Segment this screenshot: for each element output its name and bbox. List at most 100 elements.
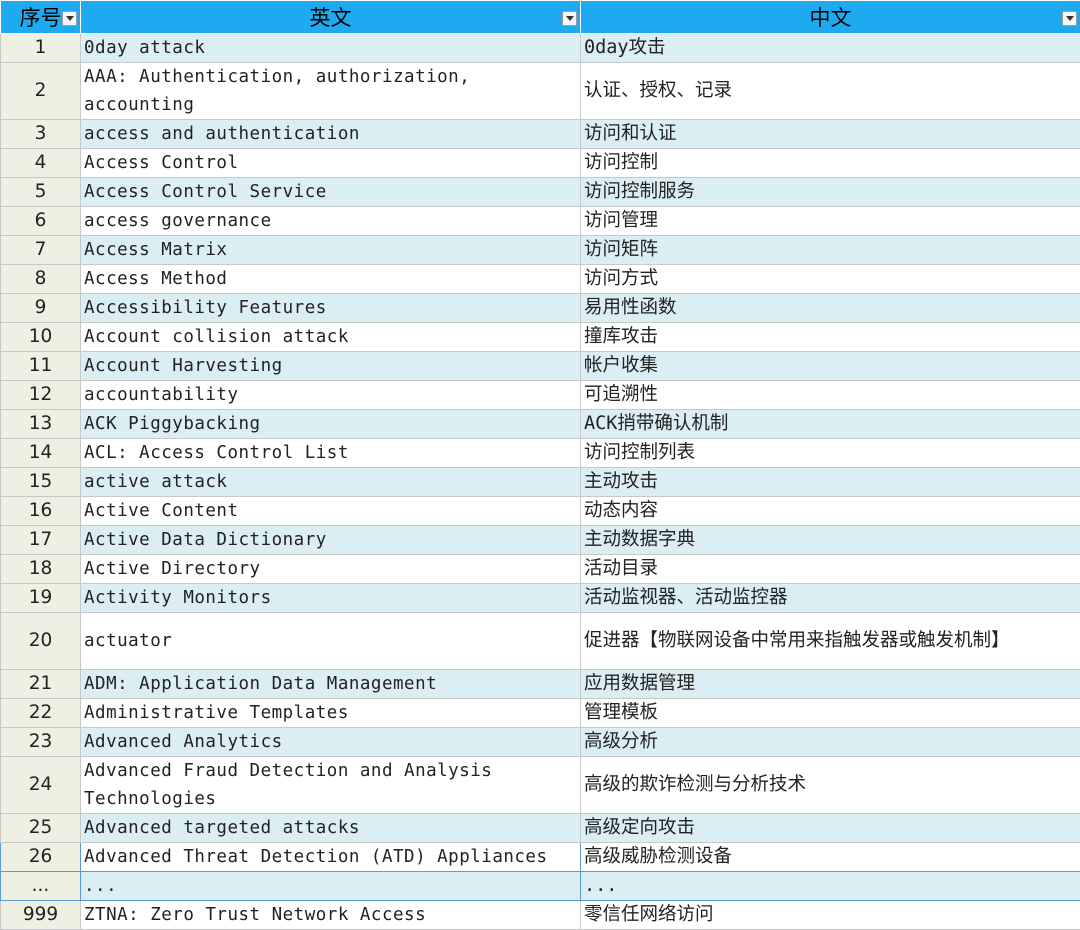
- cell-en[interactable]: Access Matrix: [81, 236, 581, 265]
- cell-en[interactable]: Access Control: [81, 149, 581, 178]
- cell-zh[interactable]: 访问管理: [581, 207, 1080, 236]
- cell-en[interactable]: AAA: Authentication, authorization, acco…: [81, 63, 581, 120]
- cell-num[interactable]: 18: [1, 555, 81, 584]
- cell-num[interactable]: 24: [1, 757, 81, 814]
- cell-num[interactable]: 12: [1, 381, 81, 410]
- cell-num[interactable]: 7: [1, 236, 81, 265]
- header-num[interactable]: 序号: [1, 1, 81, 34]
- cell-zh[interactable]: 访问矩阵: [581, 236, 1080, 265]
- cell-num[interactable]: 26: [1, 843, 81, 872]
- filter-dropdown-icon[interactable]: [62, 11, 77, 26]
- cell-num[interactable]: 17: [1, 526, 81, 555]
- cell-num[interactable]: 14: [1, 439, 81, 468]
- cell-num[interactable]: 15: [1, 468, 81, 497]
- cell-num[interactable]: 25: [1, 814, 81, 843]
- cell-zh[interactable]: 高级的欺诈检测与分析技术: [581, 757, 1080, 814]
- cell-en[interactable]: Advanced Threat Detection (ATD) Applianc…: [81, 843, 581, 872]
- cell-zh[interactable]: 管理模板: [581, 699, 1080, 728]
- cell-num[interactable]: 22: [1, 699, 81, 728]
- cell-zh[interactable]: 0day攻击: [581, 34, 1080, 63]
- cell-zh[interactable]: 访问方式: [581, 265, 1080, 294]
- cell-en[interactable]: ACK Piggybacking: [81, 410, 581, 439]
- cell-en[interactable]: Activity Monitors: [81, 584, 581, 613]
- cell-en[interactable]: access governance: [81, 207, 581, 236]
- cell-num[interactable]: 10: [1, 323, 81, 352]
- cell-en[interactable]: Advanced Fraud Detection and Analysis Te…: [81, 757, 581, 814]
- cell-zh[interactable]: 高级威胁检测设备: [581, 843, 1080, 872]
- cell-en[interactable]: ADM: Application Data Management: [81, 670, 581, 699]
- cell-zh[interactable]: ...: [581, 872, 1080, 901]
- table-row: 999ZTNA: Zero Trust Network Access零信任网络访…: [1, 901, 1080, 930]
- cell-zh[interactable]: 主动攻击: [581, 468, 1080, 497]
- cell-en[interactable]: Administrative Templates: [81, 699, 581, 728]
- cell-num[interactable]: 9: [1, 294, 81, 323]
- cell-en[interactable]: ZTNA: Zero Trust Network Access: [81, 901, 581, 930]
- cell-zh[interactable]: 访问控制服务: [581, 178, 1080, 207]
- table-row: 8Access Method访问方式: [1, 265, 1080, 294]
- cell-zh[interactable]: 活动目录: [581, 555, 1080, 584]
- cell-en[interactable]: Active Directory: [81, 555, 581, 584]
- cell-num[interactable]: 5: [1, 178, 81, 207]
- cell-num[interactable]: 2: [1, 63, 81, 120]
- cell-zh[interactable]: 可追溯性: [581, 381, 1080, 410]
- cell-num[interactable]: 16: [1, 497, 81, 526]
- table-row: 4Access Control访问控制: [1, 149, 1080, 178]
- cell-zh[interactable]: ACK捎带确认机制: [581, 410, 1080, 439]
- cell-en[interactable]: actuator: [81, 613, 581, 670]
- table-row: 10Account collision attack撞库攻击: [1, 323, 1080, 352]
- cell-num[interactable]: 1: [1, 34, 81, 63]
- cell-en[interactable]: accountability: [81, 381, 581, 410]
- cell-en[interactable]: Active Content: [81, 497, 581, 526]
- cell-zh[interactable]: 动态内容: [581, 497, 1080, 526]
- cell-zh[interactable]: 访问和认证: [581, 120, 1080, 149]
- cell-en[interactable]: Account Harvesting: [81, 352, 581, 381]
- cell-en[interactable]: Accessibility Features: [81, 294, 581, 323]
- cell-en[interactable]: Advanced targeted attacks: [81, 814, 581, 843]
- header-en[interactable]: 英文: [81, 1, 581, 34]
- cell-num[interactable]: 11: [1, 352, 81, 381]
- cell-zh[interactable]: 主动数据字典: [581, 526, 1080, 555]
- cell-zh[interactable]: 帐户收集: [581, 352, 1080, 381]
- cell-en[interactable]: Advanced Analytics: [81, 728, 581, 757]
- cell-num[interactable]: 4: [1, 149, 81, 178]
- cell-en[interactable]: access and authentication: [81, 120, 581, 149]
- table-row: 21ADM: Application Data Management应用数据管理: [1, 670, 1080, 699]
- cell-en[interactable]: active attack: [81, 468, 581, 497]
- cell-zh[interactable]: 访问控制: [581, 149, 1080, 178]
- cell-zh[interactable]: 零信任网络访问: [581, 901, 1080, 930]
- filter-dropdown-icon[interactable]: [562, 11, 577, 26]
- cell-num[interactable]: ...: [1, 872, 81, 901]
- cell-num[interactable]: 19: [1, 584, 81, 613]
- cell-num[interactable]: 23: [1, 728, 81, 757]
- cell-en[interactable]: ACL: Access Control List: [81, 439, 581, 468]
- cell-num[interactable]: 999: [1, 901, 81, 930]
- cell-num[interactable]: 6: [1, 207, 81, 236]
- table-row: 25Advanced targeted attacks高级定向攻击: [1, 814, 1080, 843]
- filter-dropdown-icon[interactable]: [1062, 11, 1077, 26]
- cell-zh[interactable]: 促进器【物联网设备中常用来指触发器或触发机制】: [581, 613, 1080, 670]
- table-row: 10day attack0day攻击: [1, 34, 1080, 63]
- cell-en[interactable]: ...: [81, 872, 581, 901]
- cell-num[interactable]: 20: [1, 613, 81, 670]
- cell-zh[interactable]: 撞库攻击: [581, 323, 1080, 352]
- cell-num[interactable]: 3: [1, 120, 81, 149]
- cell-en[interactable]: Account collision attack: [81, 323, 581, 352]
- cell-zh[interactable]: 活动监视器、活动监控器: [581, 584, 1080, 613]
- cell-num[interactable]: 13: [1, 410, 81, 439]
- header-zh[interactable]: 中文: [581, 1, 1080, 34]
- cell-en[interactable]: 0day attack: [81, 34, 581, 63]
- cell-en[interactable]: Access Method: [81, 265, 581, 294]
- cell-num[interactable]: 21: [1, 670, 81, 699]
- table-row: 17Active Data Dictionary主动数据字典: [1, 526, 1080, 555]
- cell-zh[interactable]: 认证、授权、记录: [581, 63, 1080, 120]
- cell-num[interactable]: 8: [1, 265, 81, 294]
- cell-en[interactable]: Access Control Service: [81, 178, 581, 207]
- cell-zh[interactable]: 访问控制列表: [581, 439, 1080, 468]
- cell-zh[interactable]: 高级分析: [581, 728, 1080, 757]
- header-num-label: 序号: [20, 6, 62, 30]
- cell-zh[interactable]: 易用性函数: [581, 294, 1080, 323]
- table-row: 14ACL: Access Control List访问控制列表: [1, 439, 1080, 468]
- cell-en[interactable]: Active Data Dictionary: [81, 526, 581, 555]
- cell-zh[interactable]: 应用数据管理: [581, 670, 1080, 699]
- cell-zh[interactable]: 高级定向攻击: [581, 814, 1080, 843]
